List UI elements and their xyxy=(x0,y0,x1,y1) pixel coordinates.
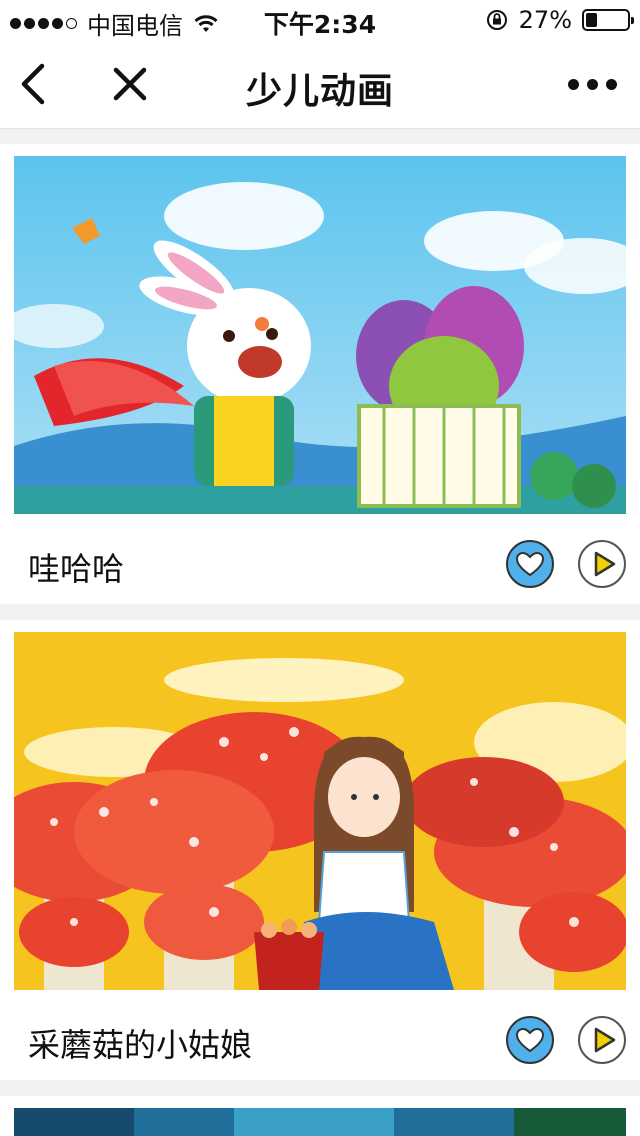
bunny-cartoon-thumbnail[interactable] xyxy=(14,156,626,514)
orientation-lock-icon xyxy=(486,10,507,30)
status-right: 27% xyxy=(485,6,634,34)
like-button[interactable] xyxy=(506,1016,554,1064)
video-card[interactable]: 哇哈哈 xyxy=(0,144,640,604)
page-title: 少儿动画 xyxy=(245,71,394,112)
heart-icon xyxy=(515,551,545,577)
status-bar: 中国电信 下午2:34 27% xyxy=(0,0,640,40)
battery-fill xyxy=(586,13,597,27)
video-card[interactable] xyxy=(0,1096,640,1136)
like-button[interactable] xyxy=(506,540,554,588)
play-icon xyxy=(594,1027,616,1053)
heart-icon xyxy=(515,1027,545,1053)
nav-bar: 少儿动画 xyxy=(0,40,640,129)
card-title[interactable]: 采蘑菇的小姑娘 xyxy=(28,1020,252,1066)
play-icon xyxy=(594,551,616,577)
video-card[interactable]: 采蘑菇的小姑娘 xyxy=(0,620,640,1080)
card-title[interactable]: 哇哈哈 xyxy=(28,544,124,590)
mushroom-girl-thumbnail[interactable] xyxy=(14,632,626,990)
play-button[interactable] xyxy=(578,540,626,588)
battery-percent: 27% xyxy=(518,6,572,34)
play-button[interactable] xyxy=(578,1016,626,1064)
forest-thumbnail[interactable] xyxy=(14,1108,626,1136)
more-icon[interactable] xyxy=(568,70,618,98)
battery-icon xyxy=(582,9,634,31)
